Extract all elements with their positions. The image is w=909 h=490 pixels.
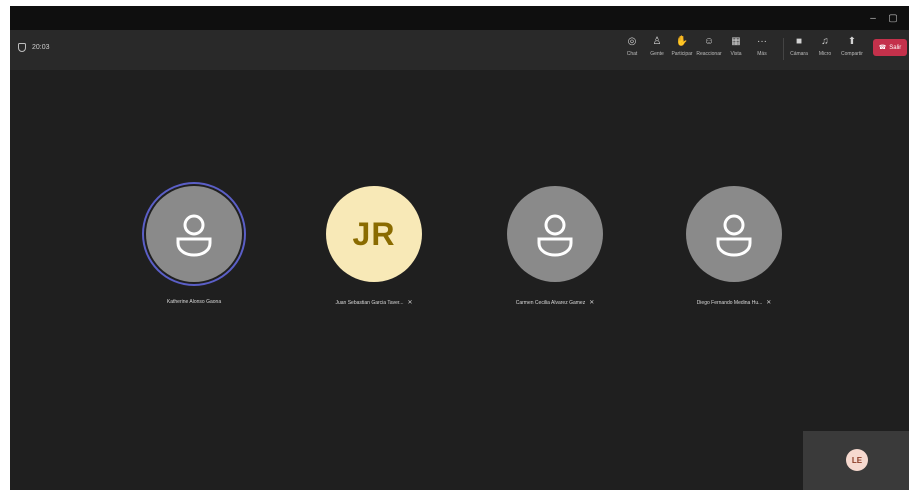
self-view[interactable]: LE — [803, 431, 909, 490]
more-button[interactable]: ··· Más — [750, 36, 774, 64]
avatar — [146, 186, 242, 282]
camera-icon: ■ — [795, 36, 803, 47]
maximize-icon[interactable]: ▢ — [882, 6, 904, 30]
people-icon: ♙ — [652, 36, 662, 47]
avatar — [686, 186, 782, 282]
participant-name: Carmen Cecilia Alvarez Gamez ✕ — [515, 300, 595, 306]
share-button[interactable]: ⬆ Compartir — [840, 36, 864, 64]
participant-tile[interactable]: JR Juan Sebastian Garcia Taver... ✕ — [326, 186, 436, 326]
reaction-icon: ☺ — [703, 36, 715, 47]
mic-off-icon: ✕ — [407, 300, 413, 306]
share-icon: ⬆ — [847, 36, 857, 47]
chat-icon: ◎ — [627, 36, 637, 47]
mic-off-icon: ✕ — [589, 300, 595, 306]
view-button[interactable]: ▦ Vista — [724, 36, 748, 64]
view-icon: ▦ — [731, 36, 741, 47]
mic-off-icon: ✕ — [766, 300, 772, 306]
person-icon — [176, 214, 212, 257]
phone-icon: ☎ — [878, 45, 887, 51]
self-avatar: LE — [846, 449, 868, 471]
leave-button[interactable]: ☎ Salir — [873, 39, 907, 56]
people-button[interactable]: ♙ Gente — [645, 36, 669, 64]
mic-icon: ♫ — [821, 36, 829, 47]
toolbar-divider — [783, 38, 784, 60]
participant-tile[interactable]: Carmen Cecilia Alvarez Gamez ✕ — [507, 186, 617, 326]
meeting-timer: 20:03 — [18, 43, 50, 52]
person-icon — [716, 214, 752, 257]
participant-name: Diego Fernando Medina Hu... ✕ — [696, 300, 772, 306]
timer-text: 20:03 — [32, 44, 50, 51]
avatar — [507, 186, 603, 282]
participant-name: Katherine Alonso Gaona — [166, 299, 222, 305]
mic-button[interactable]: ♫ Micro — [813, 36, 837, 64]
person-icon — [537, 214, 573, 257]
more-icon: ··· — [757, 36, 767, 47]
minimize-icon[interactable]: – — [862, 6, 884, 30]
participant-tile[interactable]: Diego Fernando Medina Hu... ✕ — [686, 186, 796, 326]
raise-hand-icon: ✋ — [675, 36, 689, 47]
close-icon[interactable]: × — [902, 6, 909, 30]
camera-button[interactable]: ■ Cámara — [787, 36, 811, 64]
avatar: JR — [326, 186, 422, 282]
participant-name: Juan Sebastian Garcia Taver... ✕ — [335, 300, 413, 306]
shield-icon — [18, 43, 26, 52]
title-bar: – ▢ × — [10, 6, 909, 30]
teams-meeting-window: – ▢ × 20:03 ◎ Chat ♙ Gente ✋ Participar … — [10, 6, 909, 490]
react-button[interactable]: ☺ Reaccionar — [696, 36, 721, 64]
chat-button[interactable]: ◎ Chat — [620, 36, 644, 64]
raise-hand-button[interactable]: ✋ Participar — [670, 36, 694, 64]
participant-tile[interactable]: Katherine Alonso Gaona — [146, 186, 256, 326]
meeting-toolbar: 20:03 ◎ Chat ♙ Gente ✋ Participar ☺ Reac… — [10, 30, 909, 70]
